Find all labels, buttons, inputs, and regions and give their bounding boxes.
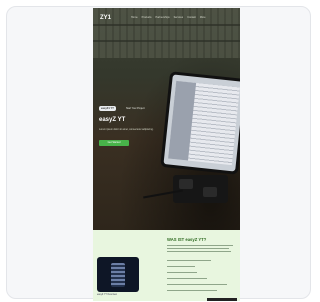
text-line <box>167 284 227 285</box>
hero-badge: easyZ1 YT <box>99 106 116 111</box>
hero-title: easyZ YT <box>99 117 126 123</box>
nav-item[interactable]: Home <box>131 16 138 19</box>
hero-section: ZY1 Home Products Partnerships Services … <box>93 8 240 230</box>
device-knob <box>203 187 217 197</box>
hero-subtitle: Lorem ipsum dolor sit amet, consectetur … <box>99 128 154 131</box>
text-line <box>167 278 207 279</box>
top-nav: Home Products Partnerships Services Cont… <box>131 16 206 19</box>
website-preview[interactable]: ZY1 Home Products Partnerships Services … <box>93 8 240 301</box>
nav-item[interactable]: Products <box>142 16 152 19</box>
hero-badge-text: Start Your Project <box>126 107 145 110</box>
about-title: WAS IST easyZ YT? <box>167 237 207 242</box>
nav-item[interactable]: Partnerships <box>156 16 170 19</box>
text-line <box>167 290 217 291</box>
text-line <box>167 248 229 249</box>
about-button[interactable] <box>207 298 237 301</box>
hero-cta-button[interactable]: Get Started <box>99 140 129 146</box>
nav-item[interactable]: Contact <box>187 16 196 19</box>
about-caption: easyZ YT Overview <box>97 294 117 296</box>
nav-item[interactable]: Services <box>174 16 184 19</box>
keyboard-row <box>93 24 240 26</box>
text-line <box>167 272 197 273</box>
device-knob <box>179 179 193 189</box>
text-line <box>167 245 233 246</box>
text-line <box>167 260 211 261</box>
device-screen <box>111 263 125 287</box>
nav-item[interactable]: More <box>200 16 206 19</box>
tablet-photo <box>160 71 240 175</box>
text-line <box>167 266 195 267</box>
about-section: WAS IST easyZ YT? easyZ YT Overview <box>93 230 240 301</box>
about-image <box>97 257 139 292</box>
keyboard-row <box>93 40 240 42</box>
site-logo[interactable]: ZY1 <box>100 15 111 21</box>
text-line <box>167 251 231 252</box>
